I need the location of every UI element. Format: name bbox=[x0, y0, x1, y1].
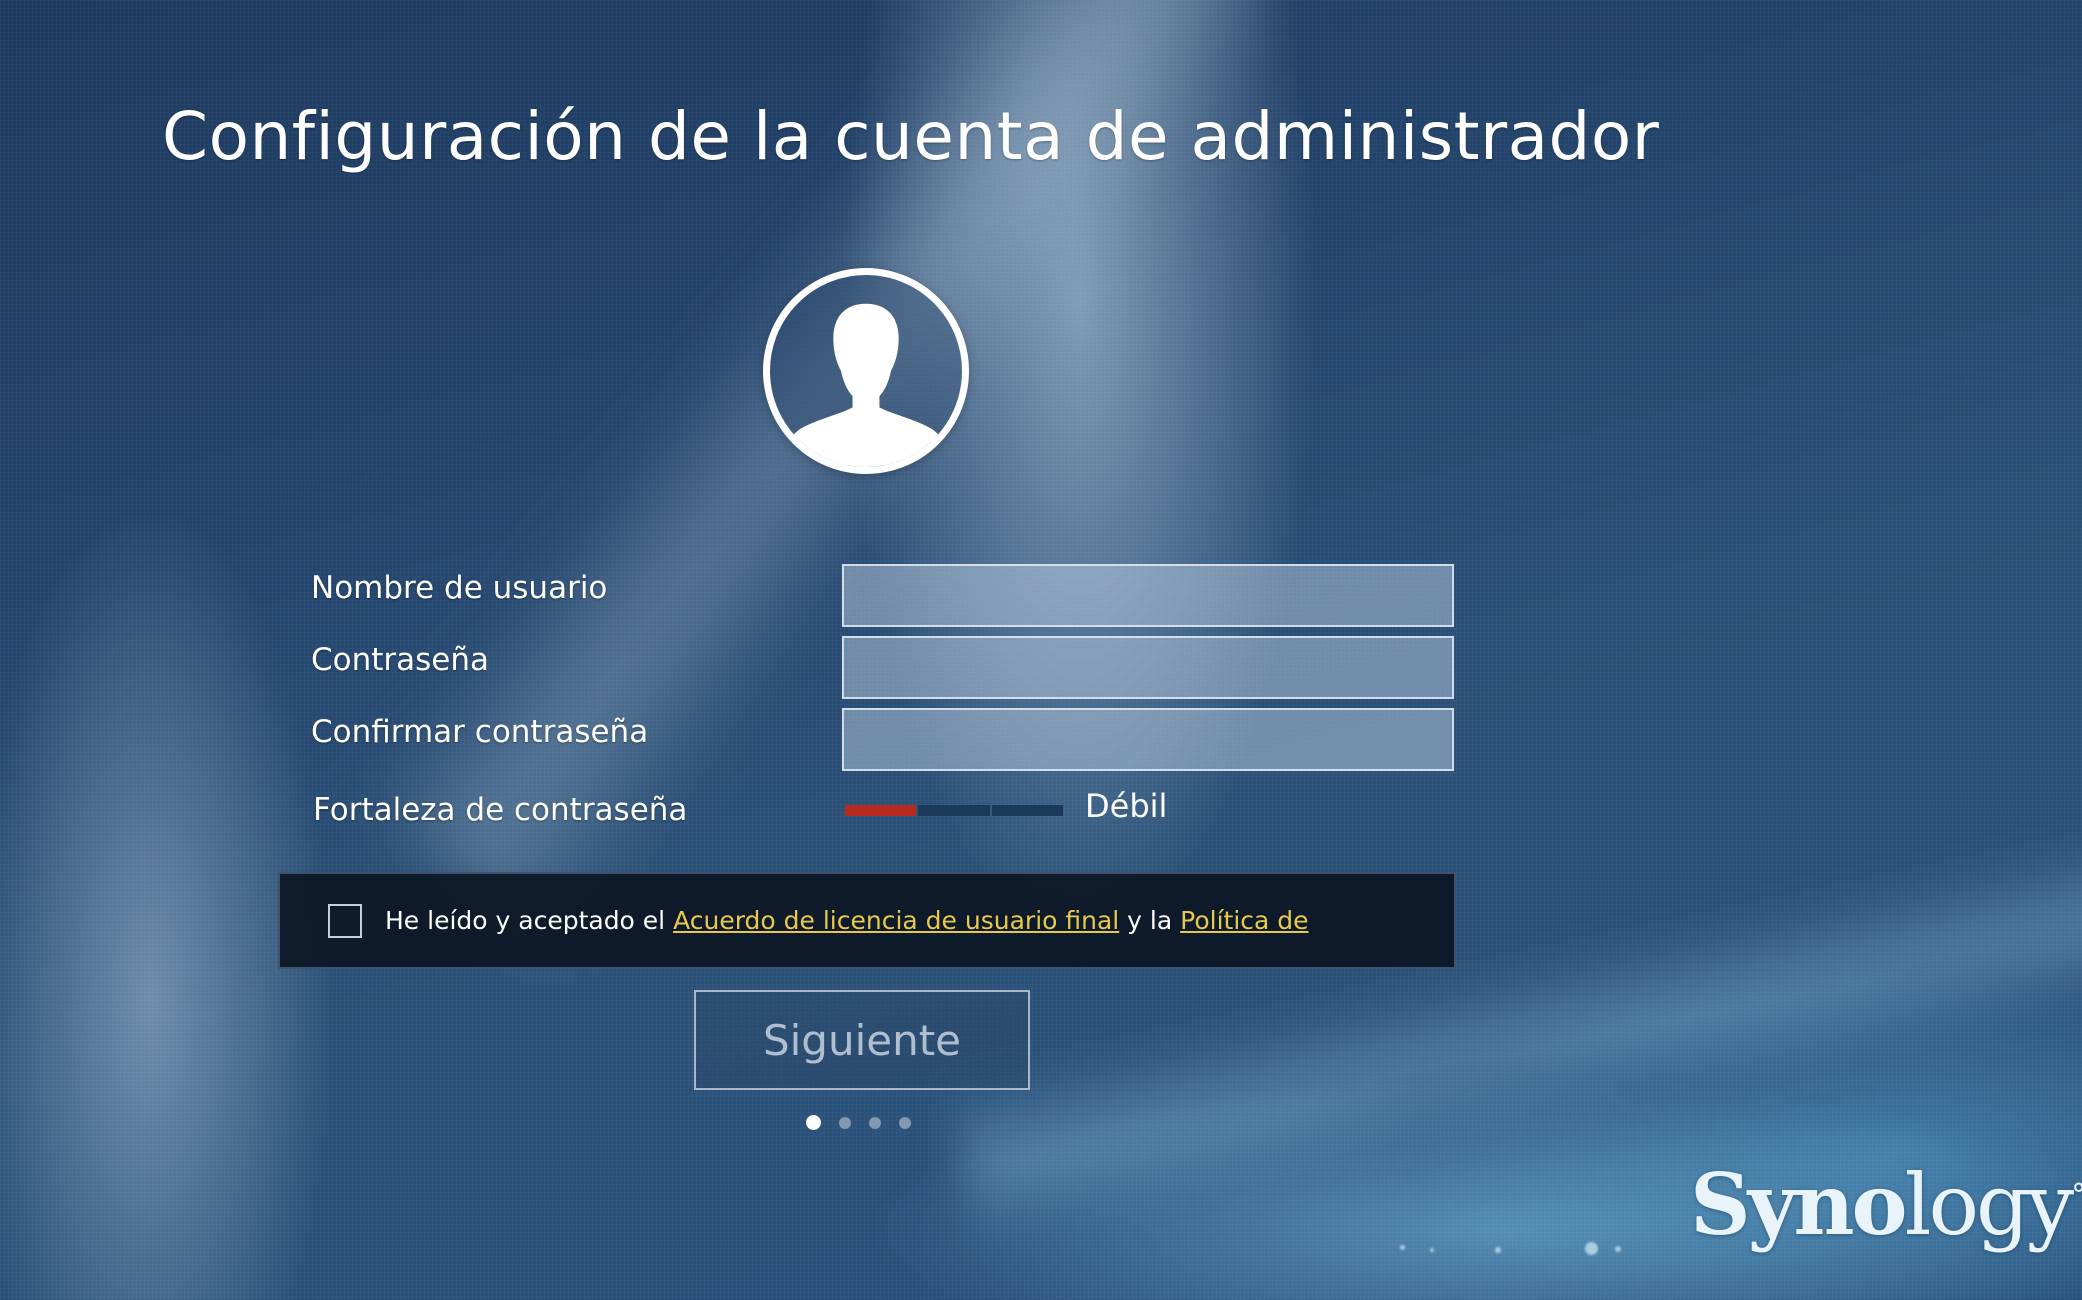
eula-link[interactable]: Acuerdo de licencia de usuario final bbox=[673, 906, 1119, 935]
decorative-sparkle bbox=[1495, 1247, 1501, 1253]
agreement-checkbox[interactable] bbox=[328, 903, 362, 938]
decorative-sparkle bbox=[1615, 1246, 1621, 1252]
step-dot-active bbox=[806, 1115, 821, 1130]
username-label: Nombre de usuario bbox=[311, 570, 608, 606]
confirm-password-label: Confirmar contraseña bbox=[311, 714, 649, 750]
decorative-sparkle bbox=[1585, 1242, 1598, 1255]
password-label: Contraseña bbox=[311, 642, 490, 678]
agreement-box: He leído y aceptado el Acuerdo de licenc… bbox=[278, 872, 1456, 969]
logo-mark: ° bbox=[2071, 1178, 2082, 1213]
strength-segment bbox=[845, 805, 917, 816]
step-dot bbox=[899, 1116, 911, 1129]
agreement-text: He leído y aceptado el Acuerdo de licenc… bbox=[385, 906, 1309, 935]
decorative-sparkle bbox=[1430, 1248, 1434, 1252]
user-silhouette-icon bbox=[781, 303, 951, 467]
password-strength-meter bbox=[845, 805, 1063, 816]
synology-logo: Synology° bbox=[1690, 1155, 2082, 1254]
logo-text-light: logy bbox=[1904, 1156, 2075, 1254]
strength-segment bbox=[918, 805, 990, 816]
password-strength-label: Fortaleza de contraseña bbox=[313, 792, 688, 828]
agreement-prefix: He leído y aceptado el bbox=[385, 906, 674, 935]
agreement-middle: y la bbox=[1119, 906, 1181, 935]
password-input[interactable] bbox=[842, 636, 1454, 699]
next-button[interactable]: Siguiente bbox=[694, 990, 1030, 1090]
logo-text-bold: Syno bbox=[1690, 1155, 1908, 1254]
page-title: Configuración de la cuenta de administra… bbox=[162, 98, 1660, 175]
step-indicator bbox=[806, 1115, 911, 1130]
strength-segment bbox=[991, 805, 1063, 816]
step-dot bbox=[869, 1116, 881, 1129]
confirm-password-input[interactable] bbox=[842, 708, 1454, 771]
username-input[interactable] bbox=[842, 564, 1454, 627]
password-strength-text: Débil bbox=[1085, 787, 1168, 825]
step-dot bbox=[839, 1116, 851, 1129]
decorative-sparkle bbox=[1400, 1245, 1405, 1250]
user-avatar-icon bbox=[763, 268, 969, 474]
privacy-policy-link[interactable]: Política de bbox=[1180, 906, 1308, 935]
